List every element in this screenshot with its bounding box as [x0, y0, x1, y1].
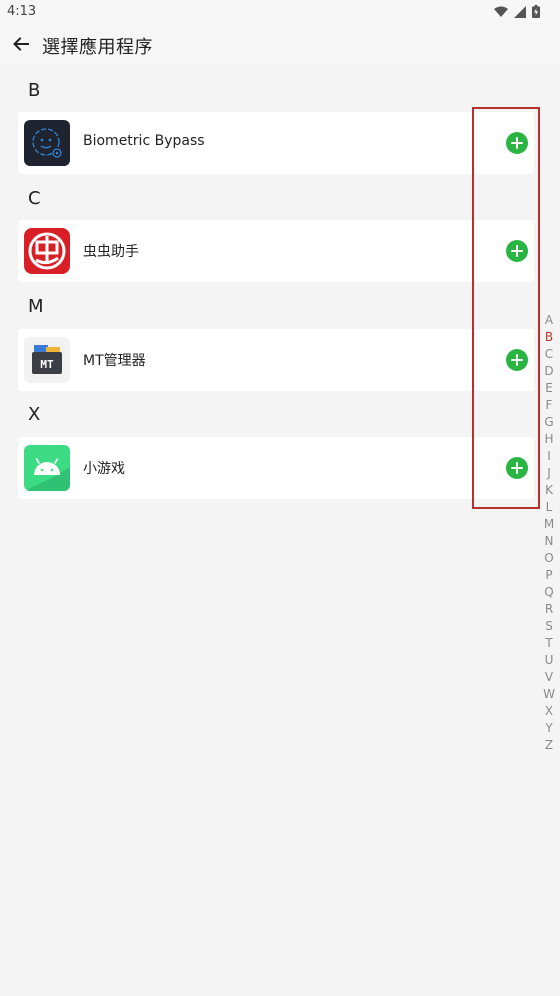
index-letter-o[interactable]: O: [544, 550, 553, 567]
index-letter-e[interactable]: E: [545, 380, 553, 397]
alphabet-index[interactable]: ABCDEFGHIJKLMNOPQRSTUVWXYZ: [540, 312, 558, 754]
app-name: 小游戏: [83, 461, 125, 477]
app-row-chongchong[interactable]: 虫虫助手: [18, 220, 534, 282]
index-letter-k[interactable]: K: [545, 482, 553, 499]
index-letter-r[interactable]: R: [545, 601, 553, 618]
index-letter-n[interactable]: N: [545, 533, 554, 550]
index-letter-z[interactable]: Z: [545, 737, 553, 754]
index-letter-y[interactable]: Y: [545, 720, 552, 737]
back-button[interactable]: [8, 32, 34, 58]
index-letter-x[interactable]: X: [545, 703, 553, 720]
mt-manager-app-icon: MT: [24, 337, 70, 383]
index-letter-d[interactable]: D: [544, 363, 553, 380]
section-header-x: X: [28, 404, 41, 425]
cellular-signal-icon: [514, 5, 526, 18]
index-letter-p[interactable]: P: [545, 567, 552, 584]
index-letter-w[interactable]: W: [543, 686, 555, 703]
app-name: MT管理器: [83, 353, 146, 369]
app-name: Biometric Bypass: [83, 133, 205, 149]
index-letter-t[interactable]: T: [545, 635, 552, 652]
index-letter-b[interactable]: B: [545, 329, 553, 346]
index-letter-l[interactable]: L: [546, 499, 553, 516]
index-letter-i[interactable]: I: [547, 448, 551, 465]
status-icons: [494, 5, 540, 18]
index-letter-v[interactable]: V: [545, 669, 553, 686]
index-letter-j[interactable]: J: [547, 465, 551, 482]
index-letter-a[interactable]: A: [545, 312, 553, 329]
index-letter-s[interactable]: S: [545, 618, 553, 635]
add-button[interactable]: [506, 240, 528, 262]
index-letter-u[interactable]: U: [545, 652, 554, 669]
index-letter-m[interactable]: M: [544, 516, 554, 533]
app-bar: 選擇應用程序: [0, 24, 560, 66]
index-letter-g[interactable]: G: [544, 414, 553, 431]
app-name: 虫虫助手: [83, 244, 139, 260]
biometric-bypass-app-icon: [24, 120, 70, 166]
svg-text:MT: MT: [40, 358, 54, 371]
add-button[interactable]: [506, 457, 528, 479]
index-letter-f[interactable]: F: [546, 397, 553, 414]
app-list[interactable]: B Biometric Bypass C 虫虫助手 M MT MT管理器 X 小…: [0, 66, 560, 996]
wifi-icon: [494, 6, 508, 18]
section-header-b: B: [28, 80, 41, 101]
app-row-mt-manager[interactable]: MT MT管理器: [18, 329, 534, 391]
add-button[interactable]: [506, 132, 528, 154]
index-letter-c[interactable]: C: [545, 346, 553, 363]
index-letter-h[interactable]: H: [544, 431, 553, 448]
section-header-c: C: [28, 188, 41, 209]
app-row-biometric-bypass[interactable]: Biometric Bypass: [18, 112, 534, 174]
battery-charging-icon: [532, 5, 540, 18]
page-title: 選擇應用程序: [42, 37, 153, 58]
index-letter-q[interactable]: Q: [544, 584, 553, 601]
chongchong-app-icon: [24, 228, 70, 274]
back-arrow-icon: [13, 36, 29, 55]
status-bar: 4:13: [0, 0, 560, 24]
section-header-m: M: [28, 296, 44, 317]
status-time: 4:13: [7, 4, 37, 19]
app-row-xiaoyouxi[interactable]: 小游戏: [18, 437, 534, 499]
add-button[interactable]: [506, 349, 528, 371]
android-app-icon: [24, 445, 70, 491]
